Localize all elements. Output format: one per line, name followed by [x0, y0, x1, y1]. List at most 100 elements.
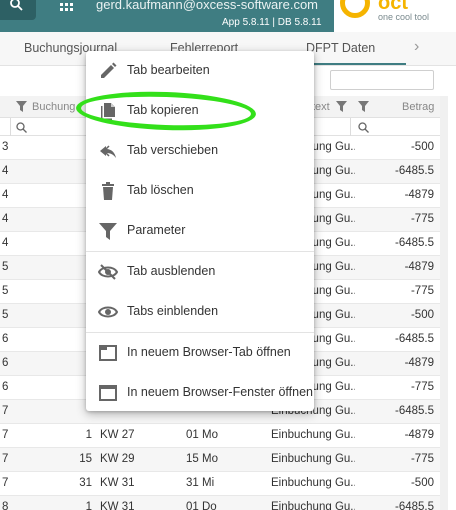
row-prefix-cell: 3	[2, 141, 9, 153]
menu-item-label: Tab löschen	[127, 183, 194, 197]
menu-item-tab-loeschen[interactable]: Tab löschen	[86, 171, 314, 211]
menu-item-parameter[interactable]: Parameter	[86, 211, 314, 251]
filter-icon	[99, 223, 117, 240]
week-cell: KW 27	[100, 429, 135, 441]
row-prefix-cell: 7	[2, 405, 9, 417]
amount-cell: -775	[410, 213, 434, 225]
week-cell: KW 31	[100, 501, 135, 510]
row-prefix-cell: 5	[2, 309, 9, 321]
move-icon	[100, 145, 116, 158]
menu-item-open-new-browser-window[interactable]: In neuem Browser-Fenster öffnen	[86, 373, 314, 413]
menu-item-label: Tab bearbeiten	[127, 63, 210, 77]
day-cell: 31	[79, 477, 92, 489]
active-tab-indicator	[300, 63, 406, 65]
row-prefix-cell: 4	[2, 165, 9, 177]
amount-cell: -6485.5	[394, 237, 434, 249]
search-input[interactable]	[330, 70, 434, 90]
text-cell: Einbuchung Gu...	[271, 453, 355, 465]
pencil-icon	[101, 62, 117, 78]
amount-cell: -4879	[404, 429, 434, 441]
header-bar: gerd.kaufmann@oxcess-software.com App 5.…	[0, 0, 334, 32]
filter-icon[interactable]	[358, 101, 369, 112]
search-icon	[10, 0, 23, 11]
amount-cell: -500	[410, 141, 434, 153]
amount-cell: -500	[410, 477, 434, 489]
filter-icon[interactable]	[16, 101, 27, 112]
menu-item-tab-ausblenden[interactable]: Tab ausblenden	[86, 252, 314, 292]
date-cell: 31 Mi	[186, 477, 215, 489]
day-cell: 1	[12, 213, 92, 225]
date-cell: 15 Mo	[186, 453, 218, 465]
text-cell: Einbuchung Gu...	[271, 477, 355, 489]
trash-icon	[102, 182, 114, 200]
amount-cell: -6485.5	[394, 405, 434, 417]
row-prefix-cell: 6	[2, 333, 9, 345]
amount-cell: -6485.5	[394, 501, 434, 510]
user-email: gerd.kaufmann@oxcess-software.com	[96, 0, 319, 12]
row-prefix-cell: 7	[2, 477, 9, 489]
logo-subtitle: one cool tool	[378, 12, 430, 22]
menu-item-open-new-browser-tab[interactable]: In neuem Browser-Tab öffnen	[86, 333, 314, 373]
day-cell: 1	[12, 285, 92, 297]
menu-item-tab-bearbeiten[interactable]: Tab bearbeiten	[86, 51, 314, 91]
tab-dfpt-daten[interactable]: DFPT Daten	[306, 41, 375, 55]
day-cell: 1	[12, 381, 92, 393]
amount-cell: -6485.5	[394, 333, 434, 345]
day-cell: 15	[79, 453, 92, 465]
menu-item-label: Tab ausblenden	[127, 264, 216, 278]
amount-cell: -4879	[404, 357, 434, 369]
search-icon[interactable]	[16, 122, 27, 133]
row-prefix-cell: 7	[2, 453, 9, 465]
column-header-text[interactable]: text	[312, 101, 330, 113]
text-cell: Einbuchung Gu...	[271, 429, 355, 441]
column-header-buchung[interactable]: Buchung	[32, 101, 75, 113]
menu-item-tabs-einblenden[interactable]: Tabs einblenden	[86, 292, 314, 332]
text-cell: Einbuchung Gu...	[271, 501, 355, 510]
date-cell: 01 Mo	[186, 429, 218, 441]
search-icon[interactable]	[358, 122, 369, 133]
browser-tab-icon	[99, 345, 117, 361]
day-cell: 1	[85, 501, 92, 510]
filter-icon[interactable]	[336, 101, 347, 112]
table-row[interactable]: 7 31 KW 31 31 Mi Einbuchung Gu... -500	[0, 472, 440, 496]
row-prefix-cell: 4	[2, 189, 9, 201]
week-cell: KW 31	[100, 477, 135, 489]
chevron-right-icon[interactable]: ›	[414, 38, 419, 56]
row-prefix-cell: 4	[2, 213, 9, 225]
day-cell: 3	[12, 309, 92, 321]
amount-cell: -775	[410, 453, 434, 465]
menu-item-label: Tab verschieben	[127, 143, 219, 157]
day-cell: 1	[85, 429, 92, 441]
logo-icon	[340, 0, 370, 18]
table-row[interactable]: 8 1 KW 31 01 Do Einbuchung Gu... -6485.5	[0, 496, 440, 510]
table-row[interactable]: 7 1 KW 27 01 Mo Einbuchung Gu... -4879	[0, 424, 440, 448]
menu-item-label: Tabs einblenden	[127, 304, 219, 318]
column-header-betrag[interactable]: Betrag	[402, 101, 434, 113]
row-prefix-cell: 5	[2, 261, 9, 273]
date-cell: 01 Do	[186, 501, 217, 510]
amount-cell: -6485.5	[394, 165, 434, 177]
back-button[interactable]	[0, 0, 36, 20]
amount-cell: -775	[410, 285, 434, 297]
row-prefix-cell: 6	[2, 381, 9, 393]
menu-item-label: Parameter	[127, 223, 186, 237]
table-row[interactable]: 7 15 KW 29 15 Mo Einbuchung Gu... -775	[0, 448, 440, 472]
row-prefix-cell: 7	[2, 429, 9, 441]
row-prefix-cell: 6	[2, 357, 9, 369]
menu-item-tab-verschieben[interactable]: Tab verschieben	[86, 131, 314, 171]
day-cell: 2	[12, 141, 92, 153]
top-bar: gerd.kaufmann@oxcess-software.com App 5.…	[0, 0, 456, 32]
apps-grid-icon[interactable]	[60, 3, 74, 11]
eye-icon	[98, 306, 118, 318]
amount-cell: -4879	[404, 189, 434, 201]
amount-cell: -500	[410, 309, 434, 321]
row-prefix-cell: 5	[2, 285, 9, 297]
amount-cell: -4879	[404, 261, 434, 273]
browser-window-icon	[99, 385, 117, 401]
eye-off-icon	[98, 264, 118, 280]
row-prefix-cell: 8	[2, 501, 9, 510]
vertical-scrollbar[interactable]	[440, 96, 448, 510]
menu-item-label: In neuem Browser-Tab öffnen	[127, 345, 291, 359]
row-prefix-cell: 4	[2, 237, 9, 249]
menu-item-label: In neuem Browser-Fenster öffnen	[127, 385, 313, 399]
